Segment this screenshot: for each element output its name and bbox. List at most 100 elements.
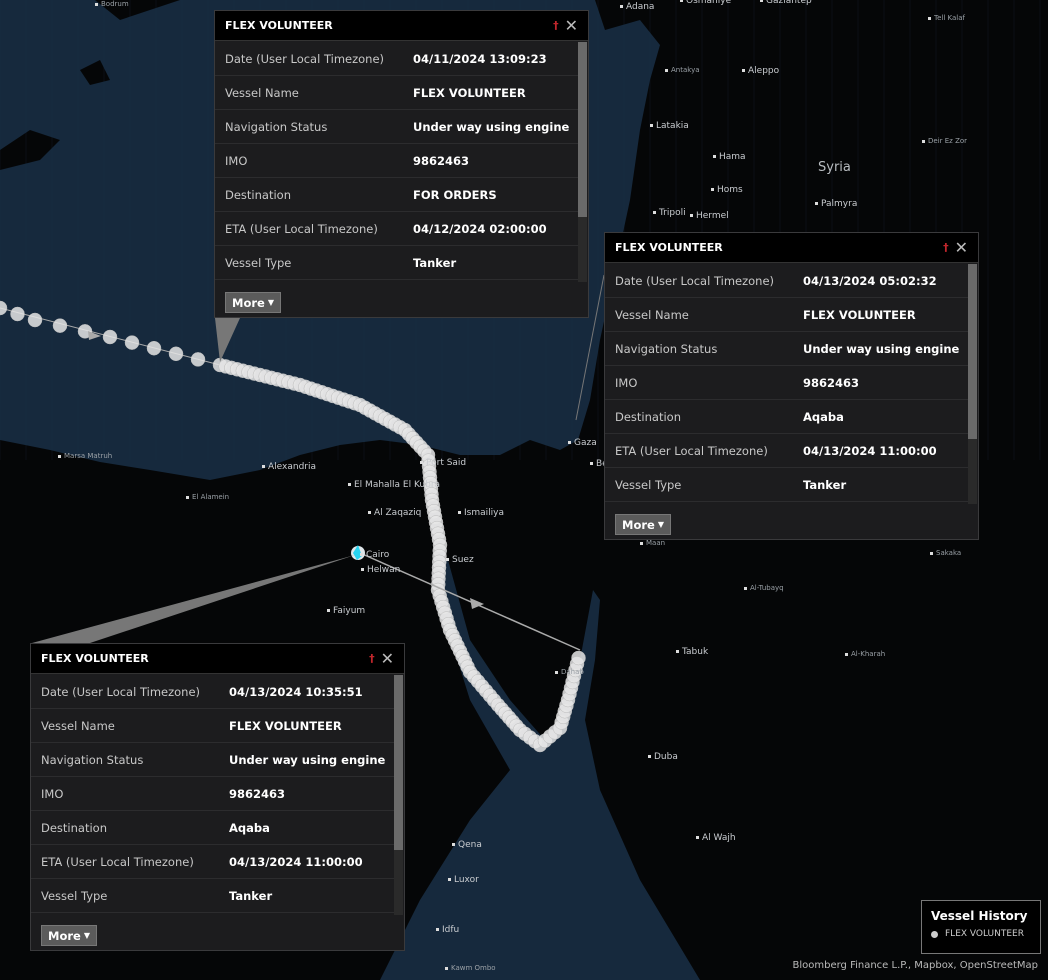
- field-label: Vessel Type: [41, 888, 108, 903]
- legend-item[interactable]: FLEX VOLUNTEER: [931, 929, 1031, 939]
- popup-row: Date (User Local Timezone) 04/13/2024 10:…: [31, 675, 394, 709]
- more-button[interactable]: More ▼: [225, 292, 281, 313]
- track-point[interactable]: [52, 318, 68, 333]
- field-value: 04/12/2024 02:00:00: [413, 221, 547, 236]
- city-dot-icon: [742, 69, 745, 72]
- popup-row: Vessel Type Tanker: [215, 246, 578, 280]
- close-icon[interactable]: ✕: [381, 650, 394, 667]
- popup-rows: Date (User Local Timezone) 04/13/2024 05:…: [605, 264, 968, 502]
- track-point[interactable]: [571, 650, 586, 666]
- city-dot-icon: [922, 139, 925, 143]
- more-button[interactable]: More ▼: [41, 925, 97, 946]
- city-dot-icon: [58, 454, 61, 458]
- track-point[interactable]: [102, 329, 118, 345]
- pin-icon[interactable]: †: [369, 652, 375, 665]
- city-dot-icon: [696, 836, 699, 839]
- map-label: Al Zaqaziq: [368, 508, 421, 518]
- track-point[interactable]: [10, 306, 25, 322]
- field-label: Destination: [225, 187, 291, 202]
- field-label: Destination: [41, 820, 107, 835]
- map-label: Aleppo: [742, 66, 779, 76]
- popup-row: Navigation Status Under way using engine: [605, 332, 968, 366]
- map-attribution: Bloomberg Finance L.P., Mapbox, OpenStre…: [792, 960, 1038, 971]
- popup-header: FLEX VOLUNTEER † ✕: [31, 644, 404, 674]
- popup-scrollbar[interactable]: [394, 675, 403, 915]
- popup-scrollbar[interactable]: [578, 42, 587, 282]
- field-value: FLEX VOLUNTEER: [229, 718, 342, 733]
- field-value: Aqaba: [803, 409, 844, 424]
- popup-row: IMO 9862463: [31, 777, 394, 811]
- city-dot-icon: [676, 650, 679, 653]
- more-button[interactable]: More ▼: [615, 514, 671, 535]
- field-value: 04/13/2024 11:00:00: [803, 443, 937, 458]
- pin-icon[interactable]: †: [553, 19, 559, 32]
- map-label-text: Faiyum: [333, 606, 366, 616]
- map-label-text: Helwan: [367, 565, 401, 575]
- popup-rows: Date (User Local Timezone) 04/13/2024 10:…: [31, 675, 394, 913]
- field-value: Under way using engine: [229, 752, 386, 767]
- map-label: Gaziantep: [760, 0, 812, 6]
- field-value: Tanker: [803, 477, 847, 492]
- map-label-text: Hermel: [696, 211, 729, 221]
- popup-row: Vessel Type Tanker: [605, 468, 968, 502]
- popup-row: Destination FOR ORDERS: [215, 178, 578, 212]
- close-icon[interactable]: ✕: [565, 17, 578, 34]
- track-point[interactable]: [124, 335, 140, 350]
- map-label-text: Adana: [626, 2, 655, 12]
- chevron-down-icon: ▼: [267, 298, 274, 307]
- city-dot-icon: [815, 202, 818, 205]
- city-dot-icon: [436, 928, 439, 931]
- city-dot-icon: [348, 483, 351, 486]
- legend: Vessel History FLEX VOLUNTEER: [921, 900, 1041, 954]
- city-dot-icon: [262, 465, 265, 468]
- track-point[interactable]: [27, 312, 43, 328]
- map-label-text: Syria: [818, 160, 851, 175]
- field-label: Navigation Status: [615, 341, 718, 356]
- map-label-text: Tell Kalaf: [934, 14, 965, 22]
- map-label: Suez: [446, 555, 474, 565]
- field-label: Vessel Name: [41, 718, 115, 733]
- map-label: Deir Ez Zor: [922, 137, 967, 145]
- map-label: Al-Kharah: [845, 650, 885, 658]
- field-label: Date (User Local Timezone): [615, 273, 775, 288]
- scrollbar-thumb[interactable]: [578, 42, 587, 217]
- map-label: Adana: [620, 2, 654, 12]
- city-dot-icon: [640, 541, 643, 545]
- map-label-text: Sakaka: [936, 549, 962, 557]
- field-value: Tanker: [413, 255, 457, 270]
- field-label: ETA (User Local Timezone): [615, 443, 768, 458]
- popup-row: Navigation Status Under way using engine: [31, 743, 394, 777]
- track-point[interactable]: [190, 352, 206, 367]
- city-dot-icon: [648, 755, 651, 758]
- map-label: Dahab: [555, 668, 584, 676]
- map-label: Bodrum: [95, 0, 129, 8]
- map-label: Hermel: [690, 211, 729, 221]
- track-point[interactable]: [146, 340, 162, 356]
- map-label: Osmaniye: [680, 0, 731, 6]
- pin-icon[interactable]: †: [943, 241, 949, 254]
- field-label: Vessel Type: [615, 477, 682, 492]
- map-label: Helwan: [361, 565, 400, 575]
- field-value: Tanker: [229, 888, 273, 903]
- popup-row: Vessel Name FLEX VOLUNTEER: [215, 76, 578, 110]
- scrollbar-thumb[interactable]: [394, 675, 403, 850]
- track-point[interactable]: [168, 346, 184, 362]
- city-dot-icon: [445, 966, 448, 970]
- map-label-text: El Alamein: [192, 493, 230, 501]
- close-icon[interactable]: ✕: [955, 239, 968, 256]
- scrollbar-thumb[interactable]: [968, 264, 977, 439]
- vessel-info-popup: FLEX VOLUNTEER † ✕ Date (User Local Timezon…: [30, 643, 405, 951]
- more-label: More: [48, 928, 81, 943]
- map-label-text: Tabuk: [682, 647, 709, 657]
- popup-row: Date (User Local Timezone) 04/13/2024 05:…: [605, 264, 968, 298]
- map-label-text: Ismailiya: [464, 508, 504, 518]
- city-dot-icon: [760, 0, 763, 2]
- city-dot-icon: [930, 551, 933, 555]
- city-dot-icon: [555, 670, 558, 674]
- popup-scrollbar[interactable]: [968, 264, 977, 504]
- city-dot-icon: [744, 586, 747, 590]
- field-value: 9862463: [229, 786, 286, 801]
- field-label: Navigation Status: [41, 752, 144, 767]
- field-label: Date (User Local Timezone): [41, 684, 201, 699]
- field-label: IMO: [225, 153, 248, 168]
